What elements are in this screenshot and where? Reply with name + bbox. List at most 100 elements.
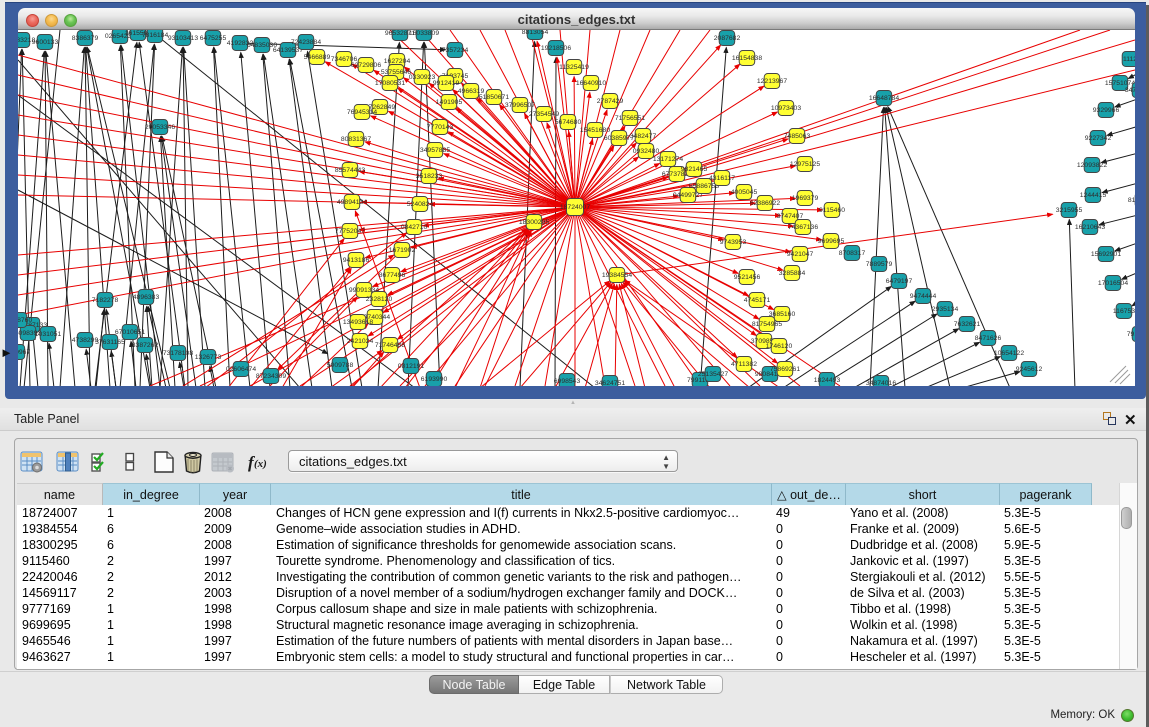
svg-text:18300295: 18300295 <box>519 219 549 226</box>
svg-text:0330923: 0330923 <box>409 74 436 81</box>
svg-text:9329966: 9329966 <box>1093 107 1120 114</box>
svg-text:4005045: 4005045 <box>731 189 758 196</box>
svg-text:7816184: 7816184 <box>142 32 169 39</box>
svg-text:16648784: 16648784 <box>869 95 899 102</box>
svg-text:1244415: 1244415 <box>1080 192 1107 199</box>
svg-text:25135427: 25135427 <box>698 371 728 378</box>
svg-text:19384554: 19384554 <box>602 272 632 279</box>
svg-text:16210643: 16210643 <box>1075 224 1105 231</box>
svg-text:16154838: 16154838 <box>732 55 762 62</box>
svg-text:15451680: 15451680 <box>580 127 610 134</box>
svg-text:76945314: 76945314 <box>347 109 377 116</box>
svg-text:3215955: 3215955 <box>1056 207 1083 214</box>
svg-text:75869261: 75869261 <box>770 366 800 373</box>
svg-text:37996507: 37996507 <box>505 102 535 109</box>
svg-text:5009788: 5009788 <box>327 362 354 369</box>
svg-text:62729806: 62729806 <box>351 62 381 69</box>
svg-text:8677496: 8677496 <box>379 272 406 279</box>
svg-text:19218506: 19218506 <box>541 45 571 52</box>
svg-text:9413186: 9413186 <box>343 257 370 264</box>
svg-text:9821465: 9821465 <box>681 166 708 173</box>
svg-text:7357234: 7357234 <box>442 47 469 54</box>
svg-text:8813054: 8813054 <box>522 30 549 36</box>
svg-text:17016504: 17016504 <box>1098 280 1128 287</box>
svg-text:9421047: 9421047 <box>787 251 814 258</box>
svg-text:72423884: 72423884 <box>291 39 321 46</box>
svg-text:9245612: 9245612 <box>1016 366 1043 373</box>
svg-text:62386922: 62386922 <box>750 200 780 207</box>
svg-text:2787429: 2787429 <box>597 98 624 105</box>
svg-text:27354549: 27354549 <box>529 111 559 118</box>
svg-text:3518233: 3518233 <box>416 173 443 180</box>
svg-text:18724007: 18724007 <box>560 204 590 211</box>
svg-text:12213967: 12213967 <box>757 78 787 85</box>
svg-text:7632621: 7632621 <box>954 321 981 328</box>
svg-text:17080531: 17080531 <box>375 80 405 87</box>
svg-text:1824493: 1824493 <box>814 377 841 384</box>
svg-text:73178108: 73178108 <box>163 350 193 357</box>
svg-text:9521456: 9521456 <box>734 274 761 281</box>
svg-text:1746120: 1746120 <box>766 343 793 350</box>
svg-text:1031051: 1031051 <box>35 331 62 338</box>
svg-text:37631165: 37631165 <box>95 339 125 346</box>
svg-text:7889579: 7889579 <box>866 261 893 268</box>
svg-text:6690967: 6690967 <box>18 349 30 356</box>
svg-text:(x): (x) <box>254 458 267 470</box>
svg-text:71746488: 71746488 <box>375 342 405 349</box>
svg-text:1671902: 1671902 <box>389 247 416 254</box>
svg-text:2087682: 2087682 <box>714 35 741 42</box>
svg-text:34714345: 34714345 <box>1125 87 1135 94</box>
svg-text:8386379: 8386379 <box>72 35 99 42</box>
svg-text:6475255: 6475255 <box>200 35 227 42</box>
svg-text:9699695: 9699695 <box>818 238 845 245</box>
svg-text:34957885: 34957885 <box>420 147 450 154</box>
svg-text:7770143: 7770143 <box>427 124 454 131</box>
svg-text:80831367: 80831367 <box>341 136 371 143</box>
svg-text:8471626: 8471626 <box>975 335 1002 342</box>
svg-text:9227342: 9227342 <box>1085 135 1112 142</box>
svg-text:2421024: 2421024 <box>347 338 374 345</box>
svg-text:93103413: 93103413 <box>168 35 198 42</box>
svg-text:15692901: 15692901 <box>1091 251 1121 258</box>
svg-text:0812191: 0812191 <box>398 363 425 370</box>
svg-text:16033809: 16033809 <box>409 30 439 37</box>
svg-text:74367136: 74367136 <box>788 224 818 231</box>
svg-text:51850671: 51850671 <box>479 94 509 101</box>
svg-text:87234309: 87234309 <box>256 373 286 380</box>
svg-text:81754965: 81754965 <box>752 321 782 328</box>
svg-text:6193990: 6193990 <box>421 376 448 383</box>
svg-text:8708317: 8708317 <box>839 250 866 257</box>
svg-text:0932480: 0932480 <box>633 148 660 155</box>
svg-text:4745171: 4745171 <box>744 297 771 304</box>
svg-text:9912419: 9912419 <box>433 80 460 87</box>
svg-text:12093822: 12093822 <box>1077 162 1107 169</box>
svg-text:1112: 1112 <box>1123 56 1135 63</box>
svg-text:5674680: 5674680 <box>555 119 582 126</box>
svg-text:4316117: 4316117 <box>709 175 735 182</box>
svg-text:1326773: 1326773 <box>195 354 222 361</box>
svg-text:4896383: 4896383 <box>133 294 160 301</box>
svg-text:6998543: 6998543 <box>554 378 581 385</box>
svg-text:9743953: 9743953 <box>720 239 747 246</box>
svg-text:7917693: 7917693 <box>1127 331 1135 338</box>
svg-text:34624751: 34624751 <box>595 380 625 386</box>
svg-text:10973403: 10973403 <box>771 105 801 112</box>
svg-text:49894134: 49894134 <box>337 199 367 206</box>
svg-text:5240824: 5240824 <box>407 201 434 208</box>
svg-text:12975125: 12975125 <box>790 161 820 168</box>
svg-text:13493618: 13493618 <box>343 319 373 326</box>
svg-text:3387262: 3387262 <box>132 342 159 349</box>
svg-text:5466889: 5466889 <box>304 54 331 61</box>
svg-text:11325419: 11325419 <box>559 64 589 71</box>
svg-text:2935134: 2935134 <box>932 306 959 313</box>
svg-text:15751074: 15751074 <box>1105 80 1135 87</box>
svg-text:116753: 116753 <box>1113 308 1135 315</box>
svg-text:02606474: 02606474 <box>226 366 256 373</box>
svg-text:9474444: 9474444 <box>910 293 937 300</box>
svg-text:9600133: 9600133 <box>32 39 59 46</box>
svg-text:3285884: 3285884 <box>779 270 806 277</box>
svg-text:85574443: 85574443 <box>335 167 365 174</box>
svg-text:2328120: 2328120 <box>366 296 393 303</box>
svg-text:13171274: 13171274 <box>653 156 683 163</box>
svg-text:71756551: 71756551 <box>615 115 645 122</box>
